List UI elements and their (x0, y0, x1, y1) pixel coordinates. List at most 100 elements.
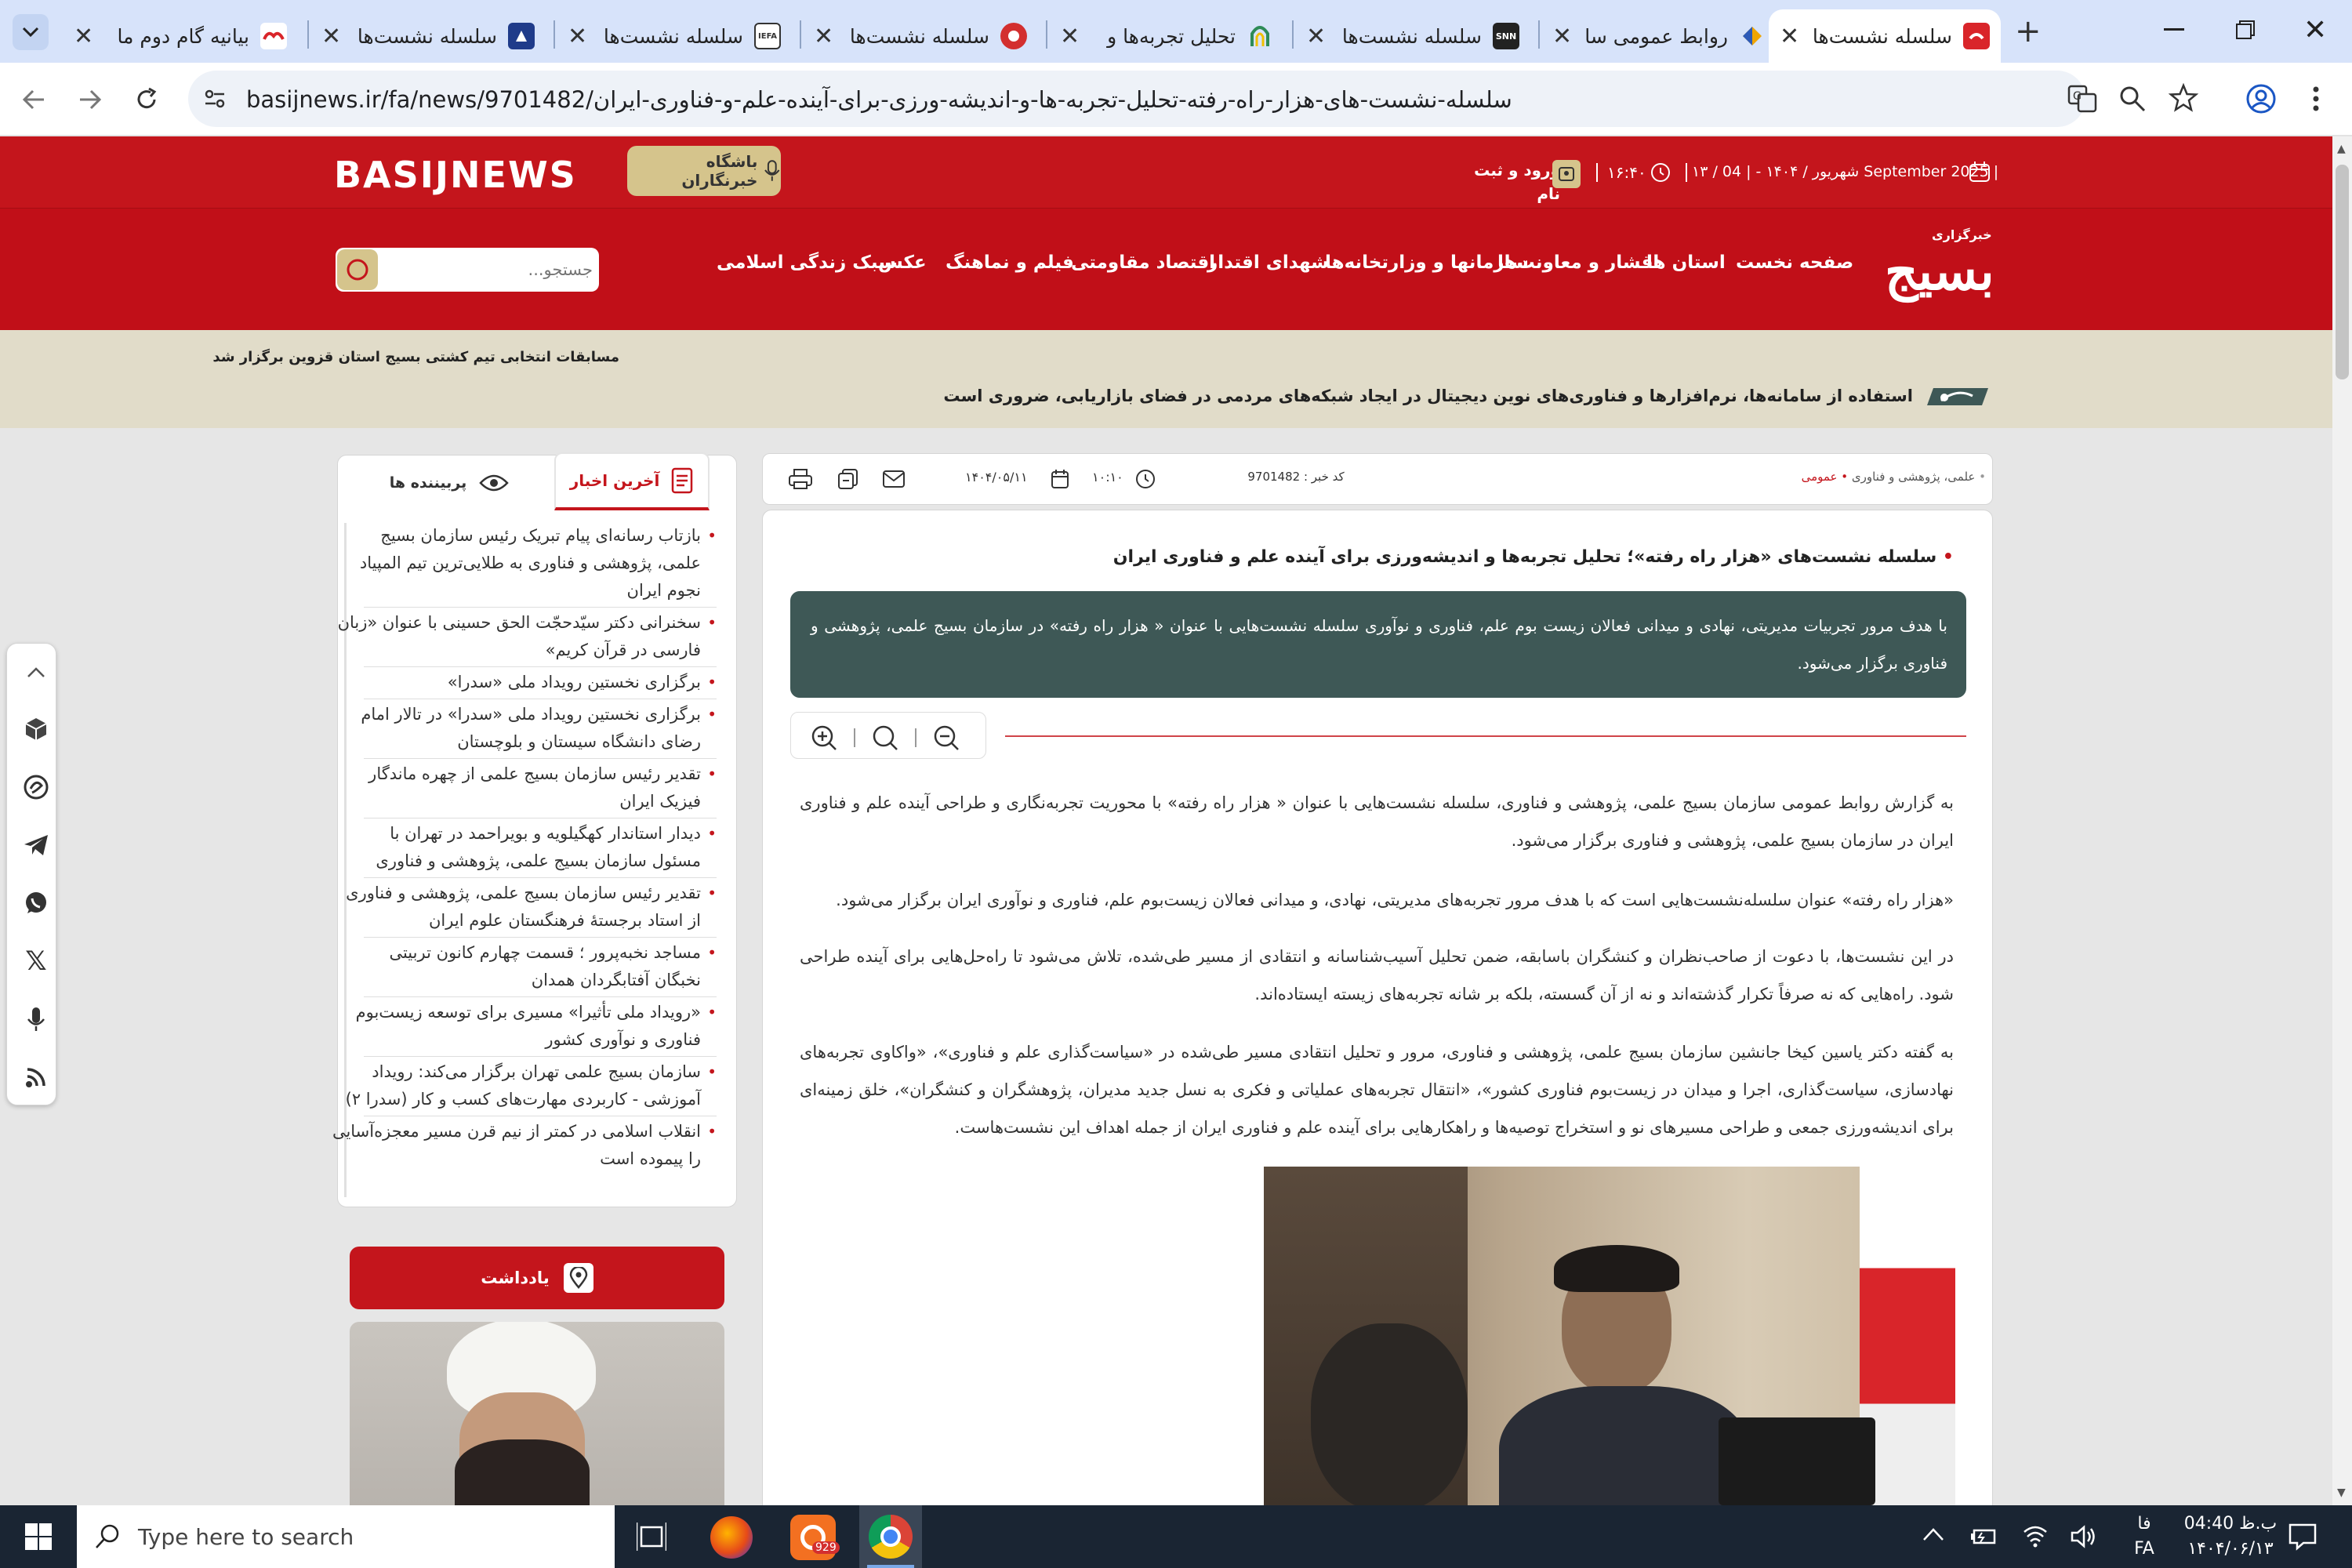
minimize-button[interactable] (2164, 28, 2184, 31)
news-list-item[interactable]: • برگزاری نخستین رویداد ملی «سدرا» در تال… (361, 701, 717, 756)
x-twitter-icon[interactable]: 𝕏 (20, 945, 53, 978)
whatsapp-icon[interactable] (20, 887, 53, 920)
app-orange-icon[interactable]: 929 (790, 1515, 840, 1560)
tab-2[interactable]: SNN سلسله نشست‌ها ✕ (1295, 9, 1530, 63)
article-time: ۱۰:۱۰ (1092, 470, 1123, 485)
battery-icon[interactable] (1969, 1526, 1998, 1548)
close-icon[interactable]: ✕ (1306, 23, 1326, 50)
tab-7[interactable]: بیانیه گام دوم ما ✕ (63, 9, 298, 63)
bullet-icon: • (707, 1062, 717, 1081)
volume-icon[interactable] (2070, 1524, 2096, 1549)
bookmark-star-icon[interactable] (2169, 83, 2198, 113)
note-author-photo[interactable] (350, 1322, 724, 1505)
calendar-icon (1969, 162, 1990, 182)
close-icon[interactable]: ✕ (1060, 23, 1080, 50)
news-list-item[interactable]: • «رویداد ملی تأثیرا» مسیری برای توسعه زی… (356, 999, 717, 1054)
url-text[interactable]: basijnews.ir/fa/news/9701482/سلسله-نشست-… (246, 86, 1512, 113)
news-list-item[interactable]: • سازمان بسیج علمی تهران برگزار می‌کند: ر… (346, 1058, 717, 1113)
chrome-taskbar-button[interactable] (859, 1505, 922, 1568)
share-cube-icon[interactable] (20, 713, 53, 746)
login-link[interactable]: ورود و ثبت نام (1474, 158, 1560, 205)
email-icon[interactable] (882, 470, 906, 488)
tray-chevron-up-icon[interactable] (1922, 1527, 1944, 1541)
profile-icon[interactable] (2245, 83, 2277, 114)
tab-3[interactable]: تحلیل تجربه‌ها و ✕ (1049, 9, 1284, 63)
article-paragraph-4: به گفته دکتر یاسین کیخا جانشین سازمان بس… (800, 1043, 1954, 1137)
rss-icon[interactable] (20, 1061, 53, 1094)
tab-1[interactable]: روابط عمومی سا ✕ (1541, 9, 1777, 63)
restore-button[interactable] (2236, 20, 2255, 39)
close-icon[interactable]: ✕ (814, 23, 833, 50)
tab-4[interactable]: سلسله نشست‌ها ✕ (803, 9, 1038, 63)
scroll-thumb[interactable] (2336, 165, 2349, 379)
close-window-button[interactable]: ✕ (2303, 14, 2327, 46)
copy-link-icon[interactable] (837, 468, 860, 490)
nav-video[interactable]: فیلم و نماهنگ (946, 252, 1074, 273)
news-list-item[interactable]: • برگزاری نخستین رویداد ملی «سدرا» (364, 669, 717, 696)
user-icon[interactable] (1552, 160, 1581, 188)
close-icon[interactable]: ✕ (1780, 23, 1799, 50)
collapse-button[interactable] (20, 656, 53, 689)
news-list-item[interactable]: • انقلاب اسلامی در کمتر از نیم قرن مسیر م… (332, 1118, 717, 1173)
telegram-icon[interactable] (20, 829, 53, 862)
new-tab-button[interactable]: + (2015, 14, 2042, 49)
site-logo[interactable]: خبرگزاری بسیج (1885, 227, 2002, 306)
tab-0-active[interactable]: سلسله نشست‌ها ✕ (1769, 9, 2001, 63)
podcast-mic-icon[interactable] (20, 1003, 53, 1036)
nav-economy[interactable]: اقتصاد مقاومتی (1071, 252, 1215, 273)
ticker-main-text[interactable]: استفاده از سامانه‌ها، نرم‌افزارها و فناو… (784, 387, 1913, 405)
news-list-item[interactable]: • سخنرانی دکتر سیّدحجّت الحق حسینی با عنو… (338, 609, 717, 664)
close-icon[interactable]: ✕ (74, 23, 93, 50)
news-list-item[interactable]: • مساجد نخبه‌پرور ؛ قسمت چهارم کانون تربی… (364, 939, 717, 994)
tab-6[interactable]: سلسله نشست‌ها ✕ (310, 9, 546, 63)
reporters-club-button[interactable]: باشگاه خبرنگاران (627, 146, 781, 196)
ticker-secondary-text[interactable]: مسابقات انتخابی تیم کشتی بسیج استان قزوی… (212, 349, 619, 365)
notification-center-icon[interactable] (2288, 1523, 2318, 1551)
site-logo-text[interactable]: BASIJNEWS (334, 154, 577, 196)
news-list-item[interactable]: • دیدار استاندار کهگیلویه و بویراحمد در ت… (364, 820, 717, 875)
reload-icon[interactable] (133, 86, 160, 113)
zoom-icon[interactable] (2118, 85, 2147, 113)
news-list-item[interactable]: • تقدیر رئیس سازمان بسیج علمی، پژوهشی و ف… (346, 880, 717, 935)
note-section-header[interactable]: یادداشت (350, 1247, 724, 1309)
news-item-line: برگزاری نخستین رویداد ملی «سدرا» (447, 673, 701, 691)
site-info-icon[interactable] (202, 86, 227, 111)
reset-zoom-icon[interactable] (871, 724, 899, 752)
firefox-icon[interactable] (710, 1516, 753, 1559)
task-view-icon[interactable] (637, 1523, 666, 1551)
start-button[interactable] (0, 1505, 77, 1568)
menu-kebab-icon[interactable] (2311, 83, 2321, 114)
search-button[interactable] (337, 249, 378, 290)
tab-5[interactable]: IEFA سلسله نشست‌ها ✕ (557, 9, 792, 63)
zoom-out-icon[interactable] (932, 724, 960, 752)
search-box[interactable] (336, 248, 599, 292)
bullet-icon: • (707, 673, 717, 691)
taskbar-search-box[interactable]: Type here to search (77, 1505, 615, 1568)
forward-icon[interactable] (77, 86, 103, 113)
nav-martyrs[interactable]: شهدای اقتدار (1207, 252, 1329, 273)
print-icon[interactable] (788, 468, 813, 490)
nav-organizations[interactable]: سازمانها و وزارتخانه‌ها (1325, 252, 1529, 273)
close-icon[interactable]: ✕ (1552, 23, 1572, 50)
language-indicator[interactable]: فا FA (2125, 1512, 2164, 1562)
news-list-item[interactable]: • تقدیر رئیس سازمان بسیج علمی از چهره مان… (364, 760, 717, 815)
zoom-in-icon[interactable] (810, 724, 838, 752)
nav-lifestyle[interactable]: سبک زندگی اسلامی (717, 252, 896, 273)
wifi-icon[interactable] (2023, 1524, 2048, 1549)
back-icon[interactable] (20, 86, 47, 113)
scroll-down-arrow[interactable]: ▼ (2337, 1486, 2346, 1499)
clock-area[interactable]: ب.ظ 04:40 ۱۴۰۴/۰۶/۱۳ (2172, 1512, 2289, 1562)
page-scrollbar[interactable]: ▲ ▼ (2332, 136, 2352, 1505)
news-list-item[interactable]: • بازتاب رسانه‌ای پیام تبریک رئیس سازمان … (360, 522, 717, 604)
tab-latest-news[interactable]: آخرین اخبار (554, 452, 710, 510)
close-icon[interactable]: ✕ (321, 23, 341, 50)
scroll-up-arrow[interactable]: ▲ (2337, 143, 2346, 155)
eitaa-icon[interactable] (20, 771, 53, 804)
article-photo[interactable] (1264, 1167, 1955, 1505)
nav-home[interactable]: صفحه نخست (1736, 252, 1853, 273)
tab-most-viewed[interactable]: پربیننده ها (363, 456, 535, 510)
translate-icon[interactable]: G (2067, 83, 2098, 114)
close-icon[interactable]: ✕ (568, 23, 587, 50)
search-input[interactable] (383, 254, 593, 285)
tab-search-button[interactable] (13, 14, 49, 50)
